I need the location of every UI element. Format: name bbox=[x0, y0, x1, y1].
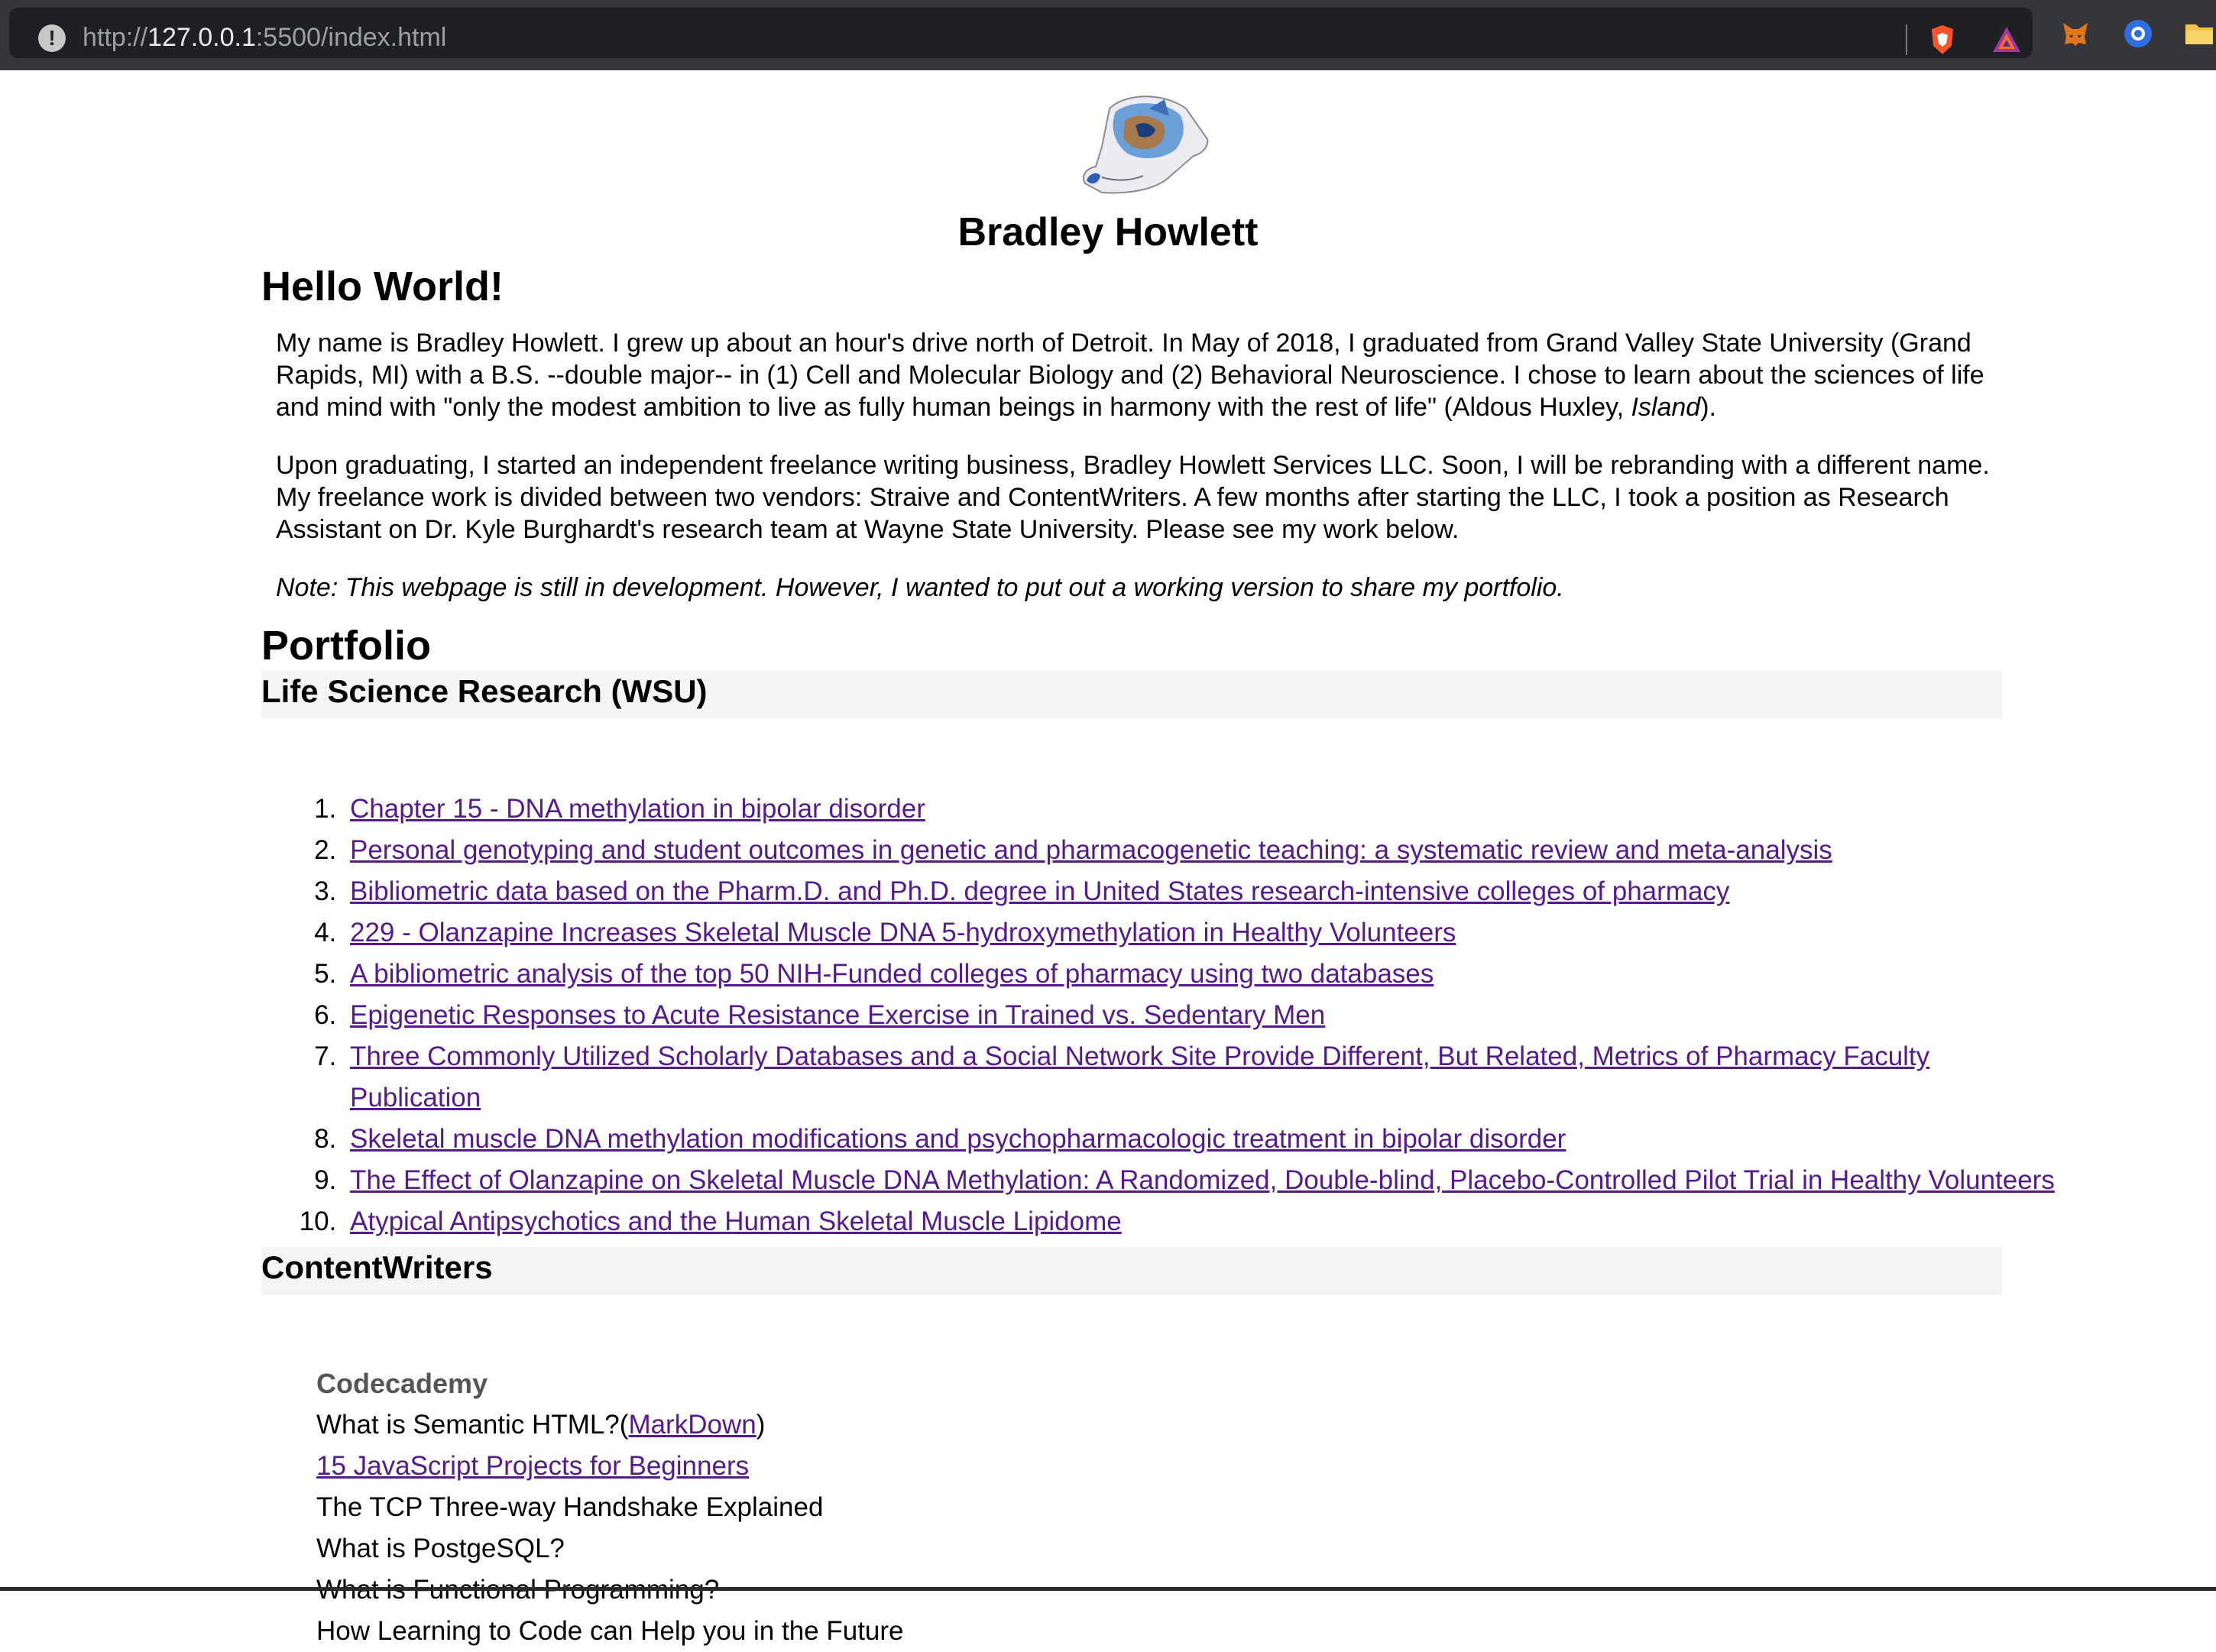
research-link[interactable]: Chapter 15 - DNA methylation in bipolar … bbox=[350, 794, 925, 824]
research-link[interactable]: Atypical Antipsychotics and the Human Sk… bbox=[350, 1207, 1122, 1236]
research-list: Chapter 15 - DNA methylation in bipolar … bbox=[261, 789, 2056, 1242]
research-item: Chapter 15 - DNA methylation in bipolar … bbox=[344, 789, 2056, 830]
research-section-heading: Life Science Research (WSU) bbox=[261, 671, 2002, 718]
research-item: Three Commonly Utilized Scholarly Databa… bbox=[344, 1036, 2056, 1119]
research-link[interactable]: Three Commonly Utilized Scholarly Databa… bbox=[350, 1041, 1929, 1113]
address-bar[interactable]: ! http://127.0.0.1:5500/index.html bbox=[9, 8, 2033, 58]
url-text[interactable]: http://127.0.0.1:5500/index.html bbox=[83, 23, 446, 53]
research-link[interactable]: A bibliometric analysis of the top 50 NI… bbox=[350, 959, 1434, 989]
brave-shield-icon[interactable] bbox=[1926, 23, 1959, 57]
window-bottom-edge bbox=[0, 1587, 2216, 1591]
research-item: Skeletal muscle DNA methylation modifica… bbox=[344, 1119, 2056, 1160]
bookmarks-folder-icon[interactable] bbox=[2182, 17, 2216, 50]
list-item: What is Semantic HTML?(MarkDown) bbox=[316, 1410, 766, 1440]
intro-text: My name is Bradley Howlett. I grew up ab… bbox=[276, 327, 2003, 630]
research-link[interactable]: Epigenetic Responses to Acute Resistance… bbox=[350, 1000, 1325, 1030]
address-divider bbox=[1906, 24, 1907, 55]
brave-rewards-icon[interactable] bbox=[1990, 23, 2023, 57]
intro-paragraph-1: My name is Bradley Howlett. I grew up ab… bbox=[276, 329, 1984, 422]
intro-paragraph-2: Upon graduating, I started an independen… bbox=[276, 451, 1990, 544]
contentwriters-section-heading: ContentWriters bbox=[261, 1247, 2002, 1294]
research-item: A bibliometric analysis of the top 50 NI… bbox=[344, 954, 2056, 995]
research-item: Epigenetic Responses to Acute Resistance… bbox=[344, 995, 2056, 1036]
portfolio-heading: Portfolio bbox=[261, 623, 431, 669]
hello-heading: Hello World! bbox=[261, 264, 504, 309]
development-note: Note: This webpage is still in developme… bbox=[276, 573, 1564, 602]
research-item: Personal genotyping and student outcomes… bbox=[344, 830, 2056, 871]
research-item: Bibliometric data based on the Pharm.D. … bbox=[344, 871, 2056, 912]
research-item: The Effect of Olanzapine on Skeletal Mus… bbox=[344, 1160, 2056, 1201]
list-item: 15 JavaScript Projects for Beginners bbox=[316, 1446, 904, 1487]
research-link[interactable]: The Effect of Olanzapine on Skeletal Mus… bbox=[350, 1165, 2055, 1195]
site-title: Bradley Howlett bbox=[957, 210, 1259, 254]
research-item: Atypical Antipsychotics and the Human Sk… bbox=[344, 1201, 2056, 1242]
research-link[interactable]: Bibliometric data based on the Pharm.D. … bbox=[350, 876, 1729, 906]
codecademy-list: Codecademy What is Semantic HTML?(MarkDo… bbox=[316, 1363, 904, 1652]
research-link[interactable]: Skeletal muscle DNA methylation modifica… bbox=[350, 1124, 1566, 1154]
javascript-projects-link[interactable]: 15 JavaScript Projects for Beginners bbox=[316, 1451, 749, 1481]
markdown-link[interactable]: MarkDown bbox=[628, 1410, 756, 1440]
wolf-logo bbox=[1079, 86, 1213, 200]
list-item: How Learning to Code can Help you in the… bbox=[316, 1616, 904, 1646]
list-item: The TCP Three-way Handshake Explained bbox=[316, 1492, 824, 1522]
metamask-fox-icon[interactable] bbox=[2059, 17, 2092, 50]
browser-toolbar: ! http://127.0.0.1:5500/index.html bbox=[0, 0, 2216, 70]
list-item: What is PostgeSQL? bbox=[316, 1534, 565, 1563]
extension-circle-icon[interactable] bbox=[2121, 17, 2155, 50]
site-info-icon[interactable]: ! bbox=[38, 24, 66, 52]
research-link[interactable]: 229 - Olanzapine Increases Skeletal Musc… bbox=[350, 918, 1456, 947]
research-item: 229 - Olanzapine Increases Skeletal Musc… bbox=[344, 912, 2056, 954]
codecademy-title: Codecademy bbox=[316, 1368, 488, 1399]
research-link[interactable]: Personal genotyping and student outcomes… bbox=[350, 835, 1832, 865]
